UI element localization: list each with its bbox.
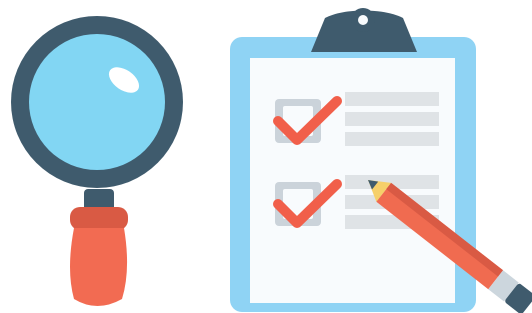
clipboard-icon — [230, 8, 476, 312]
checklist-row-1 — [273, 92, 439, 146]
magnifying-glass-icon — [11, 16, 183, 306]
checklist-illustration — [0, 0, 532, 313]
illustration-svg — [11, 8, 532, 313]
